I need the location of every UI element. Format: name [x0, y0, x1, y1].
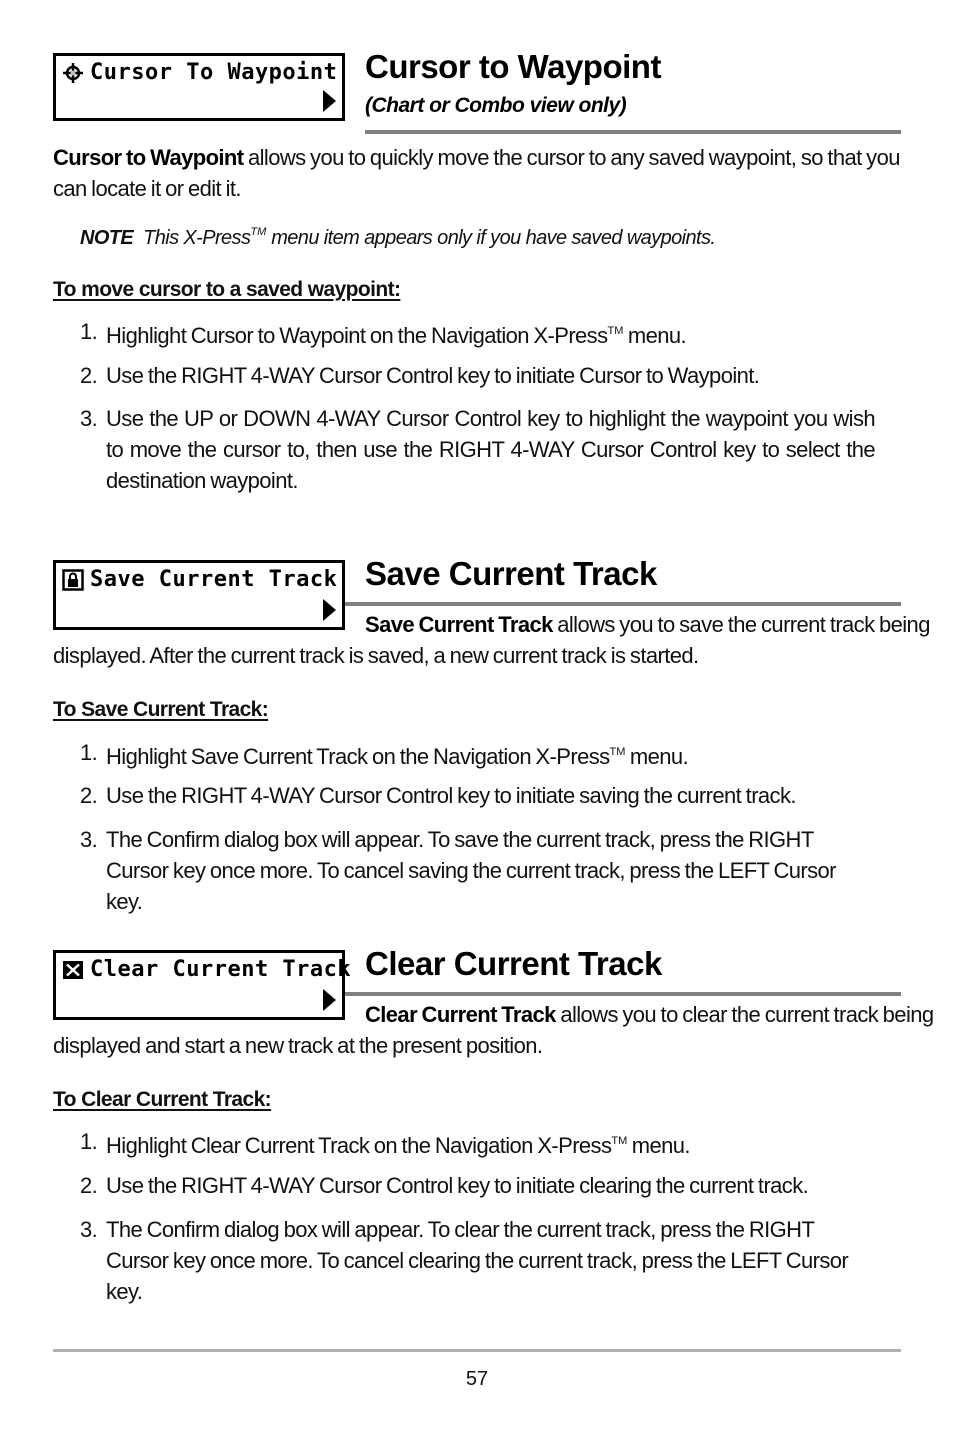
menu-box-clear-current-track: Clear Current Track: [53, 950, 351, 1020]
step-number: 3.: [80, 406, 98, 431]
lock-icon: [62, 568, 84, 591]
step-text-part: menu.: [623, 323, 687, 348]
section-title: Save Current Track: [365, 555, 657, 592]
step-number: 2.: [80, 363, 98, 388]
trademark-mark: TM: [611, 1135, 628, 1147]
step-text-part: Highlight Clear Current Track on the Nav…: [106, 1133, 612, 1158]
note-text: This X-Press: [143, 227, 251, 249]
section-divider: [345, 602, 901, 606]
right-arrow-icon: [323, 90, 336, 112]
section-divider: [365, 130, 901, 134]
menu-box-cursor-to-waypoint: Cursor To Waypoint: [53, 53, 345, 121]
section-intro: Save Current Track allows you to save th…: [365, 612, 930, 638]
clear-x-icon: [63, 960, 83, 979]
menu-box-text: Clear Current Track: [90, 957, 352, 982]
step-item: 1. Highlight Clear Current Track on the …: [80, 1126, 875, 1161]
section-intro: Clear Current Track allows you to clear …: [365, 1002, 934, 1028]
intro-bold-term: Cursor to Waypoint: [53, 145, 244, 170]
intro-text: allows you to clear the current track be…: [555, 1002, 934, 1027]
right-arrow-icon: [323, 989, 336, 1011]
step-text: Highlight Cursor to Waypoint on the Navi…: [106, 316, 875, 351]
step-number: 2.: [80, 783, 98, 808]
section-intro-continued: displayed and start a new track at the p…: [53, 1033, 543, 1058]
intro-bold-term: Save Current Track: [365, 612, 553, 637]
step-text: Use the RIGHT 4-WAY Cursor Control key t…: [106, 363, 760, 388]
section-intro-continued: displayed. After the current track is sa…: [53, 643, 699, 668]
page-number: 57: [465, 1368, 489, 1390]
trademark-mark: TM: [250, 226, 267, 238]
step-text: Use the RIGHT 4-WAY Cursor Control key t…: [106, 783, 796, 808]
note-text-rest: menu item appears only if you have saved…: [266, 227, 716, 249]
intro-text: allows you to save the current track bei…: [552, 612, 930, 637]
note: NOTE This X-PressTM menu item appears on…: [80, 226, 716, 250]
menu-box-label: Clear Current Track: [62, 957, 351, 982]
menu-box-text: Cursor To Waypoint: [90, 60, 338, 85]
footer-divider: [53, 1349, 901, 1352]
menu-box-label: Save Current Track: [62, 567, 337, 592]
section-subtitle: (Chart or Combo view only): [365, 94, 627, 117]
step-number: 1.: [80, 319, 98, 344]
menu-box-save-current-track: Save Current Track: [53, 560, 345, 630]
step-number: 1.: [80, 740, 98, 765]
procedure-heading: To Clear Current Track:: [53, 1088, 272, 1111]
procedure-heading: To move cursor to a saved waypoint:: [53, 278, 401, 301]
step-item: 2. Use the RIGHT 4-WAY Cursor Control ke…: [80, 1170, 875, 1201]
step-text: Use the UP or DOWN 4-WAY Cursor Control …: [106, 406, 876, 493]
step-item: 2. Use the RIGHT 4-WAY Cursor Control ke…: [80, 360, 875, 391]
step-item: 3. The Confirm dialog box will appear. T…: [80, 824, 875, 917]
intro-bold-term: Clear Current Track: [365, 1002, 556, 1027]
section-title: Cursor to Waypoint: [365, 48, 661, 85]
step-text-part: Highlight Save Current Track on the Navi…: [106, 744, 610, 769]
section-divider: [345, 992, 901, 996]
menu-box-text: Save Current Track: [90, 567, 338, 592]
right-arrow-icon: [323, 599, 336, 621]
crosshair-icon: [63, 62, 83, 83]
step-item: 1. Highlight Save Current Track on the N…: [80, 737, 875, 772]
trademark-mark: TM: [607, 325, 624, 337]
step-number: 2.: [80, 1173, 98, 1198]
step-text: Highlight Clear Current Track on the Nav…: [106, 1126, 875, 1161]
step-text: Use the RIGHT 4-WAY Cursor Control key t…: [106, 1173, 809, 1198]
step-text-part: Highlight Cursor to Waypoint on the Navi…: [106, 323, 608, 348]
step-number: 3.: [80, 827, 98, 852]
section-intro: Cursor to Waypoint allows you to quickly…: [53, 142, 903, 204]
section-title: Clear Current Track: [365, 945, 662, 982]
step-text: Highlight Save Current Track on the Navi…: [106, 737, 875, 772]
step-item: 2. Use the RIGHT 4-WAY Cursor Control ke…: [80, 780, 875, 811]
step-item: 3. Use the UP or DOWN 4-WAY Cursor Contr…: [80, 403, 876, 496]
step-number: 3.: [80, 1217, 98, 1242]
menu-box-label: Cursor To Waypoint: [62, 60, 337, 85]
step-text: The Confirm dialog box will appear. To s…: [106, 827, 837, 914]
trademark-mark: TM: [609, 746, 626, 758]
step-text-part: menu.: [627, 1133, 691, 1158]
step-item: 1. Highlight Cursor to Waypoint on the N…: [80, 316, 875, 351]
step-item: 3. The Confirm dialog box will appear. T…: [80, 1214, 875, 1307]
procedure-heading: To Save Current Track:: [53, 698, 269, 721]
note-label: NOTE: [80, 227, 134, 249]
step-text: The Confirm dialog box will appear. To c…: [106, 1217, 849, 1304]
step-text-part: menu.: [625, 744, 689, 769]
step-number: 1.: [80, 1129, 98, 1154]
